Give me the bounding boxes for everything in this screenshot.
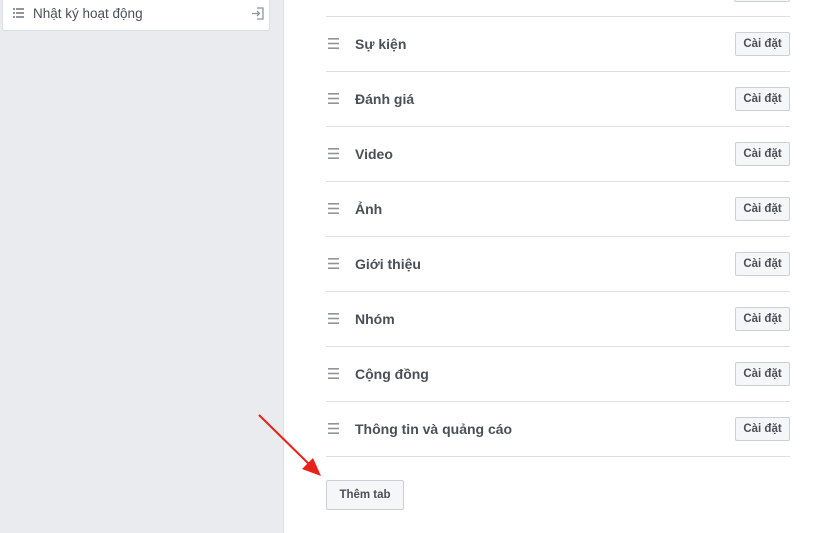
- drag-handle-icon[interactable]: [328, 423, 339, 434]
- tab-label: Nhóm: [355, 311, 395, 327]
- settings-button-partial[interactable]: [734, 0, 790, 2]
- drag-handle-icon[interactable]: [328, 368, 339, 379]
- sidebar-item-label: Nhật ký hoạt động: [33, 6, 143, 21]
- settings-button[interactable]: Cài đặt: [735, 417, 790, 441]
- exit-icon: [252, 7, 264, 20]
- drag-handle-icon[interactable]: [328, 313, 339, 324]
- drag-handle-icon[interactable]: [328, 258, 339, 269]
- tab-label: Đánh giá: [355, 91, 415, 107]
- drag-handle-icon[interactable]: [328, 203, 339, 214]
- tab-row: Ảnh Cài đặt: [326, 182, 790, 237]
- tab-row: Đánh giá Cài đặt: [326, 72, 790, 127]
- drag-handle-icon[interactable]: [328, 148, 339, 159]
- list-icon: [13, 8, 24, 18]
- settings-button[interactable]: Cài đặt: [735, 197, 790, 221]
- settings-button[interactable]: Cài đặt: [735, 307, 790, 331]
- settings-button[interactable]: Cài đặt: [735, 142, 790, 166]
- tab-label: Thông tin và quảng cáo: [355, 421, 513, 437]
- tab-row: Giới thiệu Cài đặt: [326, 237, 790, 292]
- tab-row: Cộng đồng Cài đặt: [326, 347, 790, 402]
- tab-label: Cộng đồng: [355, 366, 429, 382]
- settings-button[interactable]: Cài đặt: [735, 32, 790, 56]
- tab-row: Video Cài đặt: [326, 127, 790, 182]
- tab-label: Ảnh: [355, 201, 383, 217]
- tab-label: Video: [355, 146, 393, 162]
- tab-row: Nhóm Cài đặt: [326, 292, 790, 347]
- tab-label: Giới thiệu: [355, 256, 421, 272]
- sidebar-card: Nhật ký hoạt động: [2, 0, 270, 31]
- tab-row: Sự kiện Cài đặt: [326, 17, 790, 72]
- settings-button[interactable]: Cài đặt: [735, 87, 790, 111]
- tab-row: Thông tin và quảng cáo Cài đặt: [326, 402, 790, 457]
- drag-handle-icon[interactable]: [328, 38, 339, 49]
- settings-button[interactable]: Cài đặt: [735, 252, 790, 276]
- tab-row-partial: [326, 0, 790, 17]
- sidebar-item-activity-log[interactable]: Nhật ký hoạt động: [3, 0, 269, 30]
- add-tab-button[interactable]: Thêm tab: [326, 480, 404, 510]
- settings-button[interactable]: Cài đặt: [735, 362, 790, 386]
- drag-handle-icon[interactable]: [328, 93, 339, 104]
- tab-label: Sự kiện: [355, 36, 407, 52]
